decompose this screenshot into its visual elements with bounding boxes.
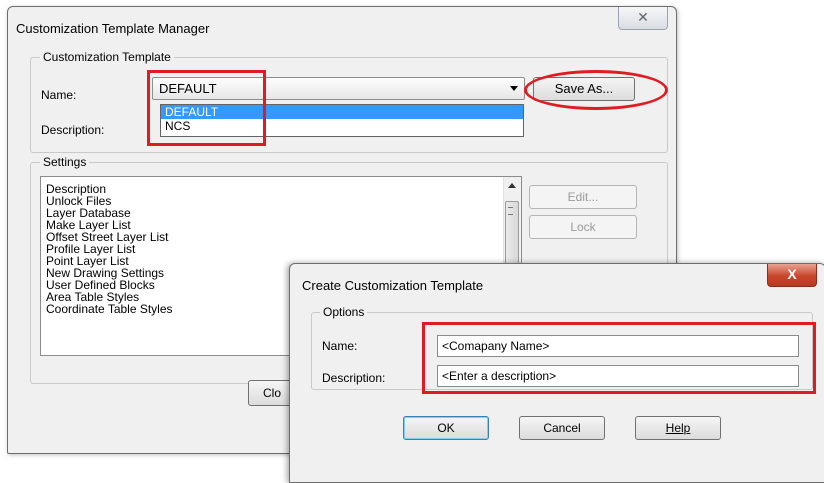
annotation-highlight-dropdown	[147, 70, 266, 146]
annotation-highlight-save-as	[524, 70, 668, 110]
settings-group-label: Settings	[40, 155, 90, 169]
annotation-highlight-name-description	[422, 322, 816, 394]
manager-close-icon[interactable]: ✕	[618, 7, 668, 30]
scroll-grip-icon	[508, 207, 513, 215]
help-button[interactable]: Help	[635, 416, 721, 440]
manager-dialog-title: Customization Template Manager	[16, 21, 210, 36]
create-dialog-title: Create Customization Template	[302, 278, 484, 293]
chevron-down-icon[interactable]	[510, 86, 518, 91]
description-label: Description:	[41, 123, 105, 137]
create-close-icon[interactable]: X	[767, 264, 817, 287]
customization-template-group-label: Customization Template	[40, 50, 174, 64]
cancel-button[interactable]: Cancel	[519, 416, 605, 440]
list-item[interactable]: Coordinate Table Styles	[46, 303, 173, 315]
name-label: Name:	[41, 88, 77, 102]
options-group-label: Options	[320, 305, 368, 319]
create-description-label: Description:	[322, 371, 386, 385]
create-name-label: Name:	[322, 339, 358, 353]
scroll-up-icon[interactable]	[508, 183, 516, 188]
ok-button[interactable]: OK	[403, 416, 489, 440]
